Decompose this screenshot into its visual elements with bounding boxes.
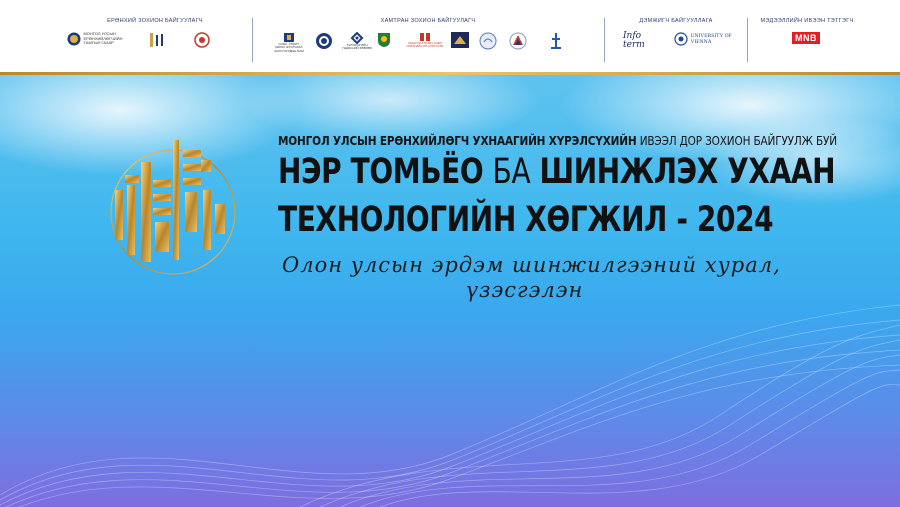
- media-sponsor-group: МЭДЭЭЛЛИЙН ИВЭЭН ТЭТГЭГЧ MNB: [752, 0, 862, 72]
- event-type-line-2: үзэсгэлэн: [466, 278, 584, 302]
- hero-banner: МОНГОЛ УЛСЫН ЕРӨНХИЙЛӨГЧ УХНААГИЙН ХҮРЭЛ…: [0, 75, 900, 507]
- blue-circle-logo: [478, 32, 498, 50]
- triangle-logo: [508, 32, 528, 50]
- mongolian-script-emblem: [110, 140, 236, 275]
- group-label: ЕРӨНХИЙ ЗОХИОН БАЙГУУЛАГЧ: [107, 18, 203, 24]
- circle-seal-logo: [312, 32, 336, 50]
- header-divider: [747, 18, 748, 62]
- main-title-line-1: НЭР ТОМЬЁО БА ШИНЖЛЭХ УХААН: [278, 152, 836, 192]
- supporter-group: ДЭМЖИГЧ БАЙГУУЛЛАГА Info term UNIVERSITY…: [608, 0, 744, 72]
- university-of-vienna-logo: UNIVERSITY OF VIENNA: [668, 32, 740, 46]
- tower-logo: [546, 32, 566, 50]
- infoterm-logo: Info term: [623, 31, 645, 50]
- red-emblem-logo: [190, 32, 214, 48]
- subtitle-light-part: ИВЭЭЛ ДОР ЗОХИОН БАЙГУУЛЖ БУЙ: [636, 133, 837, 148]
- sponsor-header: ЕРӨНХИЙ ЗОХИОН БАЙГУУЛАГЧ МОНГОЛ УЛСЫН Е…: [0, 0, 900, 72]
- mongolian-script-logo: [146, 32, 170, 48]
- group-label: ХАМТРАН ЗОХИОН БАЙГУУЛАГЧ: [380, 18, 476, 24]
- group-label: МЭДЭЭЛЛИЙН ИВЭЭН ТЭТГЭГЧ: [760, 18, 854, 24]
- academy-logo: [450, 32, 470, 48]
- header-divider: [604, 18, 605, 62]
- group-label: ДЭМЖИГЧ БАЙГУУЛЛАГА: [639, 18, 713, 24]
- government-seal-logo: МОНГОЛ УЛСЫН ЕРӨНХИЙЛӨГЧИЙН ТАМГЫН ГАЗАР: [66, 32, 136, 46]
- main-organizer-group: ЕРӨНХИЙ ЗОХИОН БАЙГУУЛАГЧ МОНГОЛ УЛСЫН Е…: [60, 0, 250, 72]
- hero-subtitle: МОНГОЛ УЛСЫН ЕРӨНХИЙЛӨГЧ УХНААГИЙН ХҮРЭЛ…: [278, 133, 837, 148]
- red-book-logo: МОНГОЛ УЛСЫН СОЁЛ УРЛАГИЙН ИХ СУРГУУЛЬ: [404, 32, 446, 49]
- header-divider: [252, 18, 253, 62]
- event-type-line-1: Олон улсын эрдэм шинжилгээний хурал,: [282, 253, 781, 277]
- knot-logo: ХЭЛ БИЧГИЙН ҮНДЭСНИЙ ЗӨВЛӨЛ: [340, 32, 374, 51]
- mnb-logo: MNB: [784, 32, 828, 44]
- ministry-logo: СОЁЛ, СПОРТ, АЯЛАЛ ЖУУЛЧЛАЛ, ЗАЛУУЧУУДЫН…: [274, 32, 304, 53]
- subtitle-bold-part: МОНГОЛ УЛСЫН ЕРӨНХИЙЛӨГЧ УХНААГИЙН ХҮРЭЛ…: [278, 133, 637, 148]
- main-title-line-2: ТЕХНОЛОГИЙН ХӨГЖИЛ - 2024: [278, 200, 774, 240]
- university-shield-logo: [374, 32, 394, 48]
- co-organizer-group: ХАМТРАН ЗОХИОН БАЙГУУЛАГЧ СОЁЛ, СПОРТ, А…: [256, 0, 600, 72]
